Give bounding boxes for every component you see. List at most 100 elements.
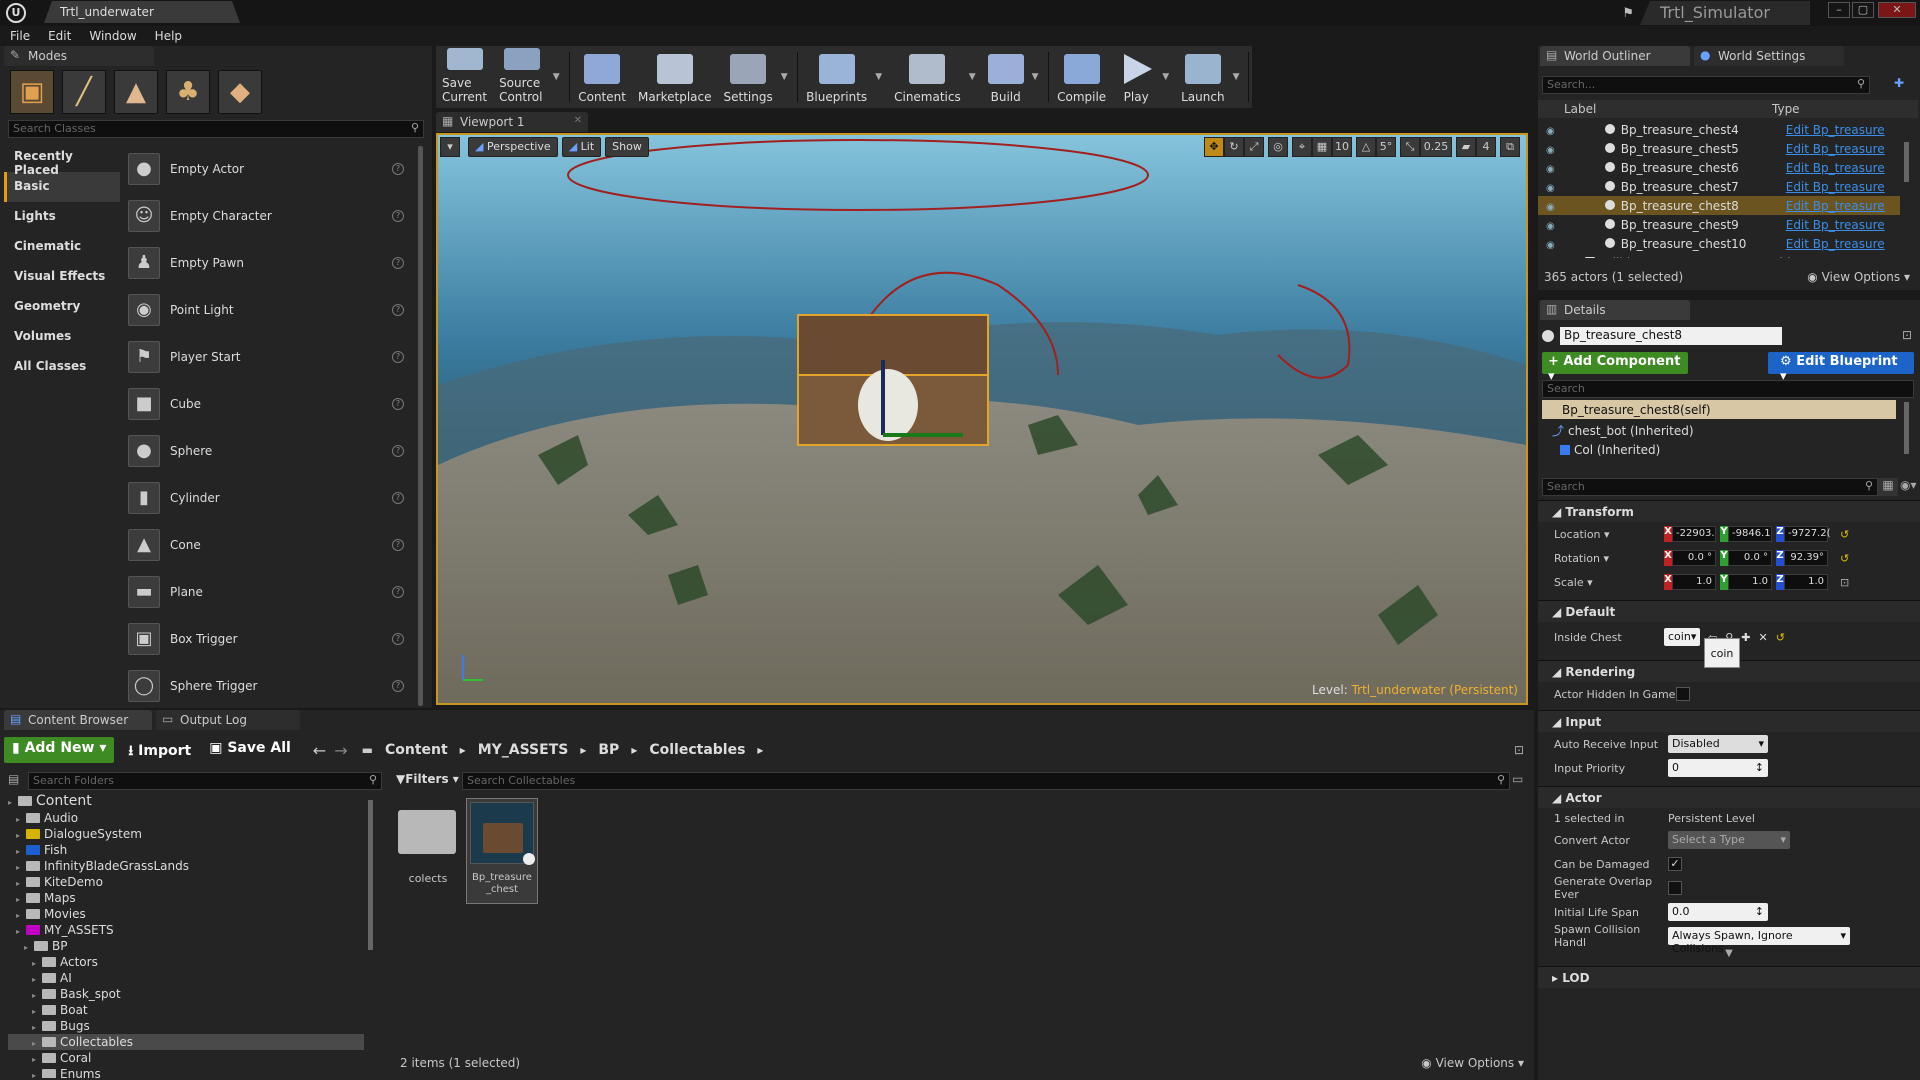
edit-blueprint-link[interactable]: Edit Bp_treasure [1786,218,1885,232]
asset-blueprint-tile[interactable]: Bp_treasure_chest [466,798,538,904]
visibility-eye-icon[interactable]: ◉ [1538,161,1555,175]
reset-icon[interactable]: ↺ [1832,552,1849,565]
outliner-row[interactable]: ◉ Bp_treasure_chest4 Edit Bp_treasure [1538,120,1900,139]
import-button[interactable]: ⭳ Import [120,737,199,763]
breadcrumb-arrow-icon[interactable]: ▸ [619,743,649,757]
help-icon[interactable]: ? [392,679,404,692]
grid-snap-icon[interactable]: ▦ [1312,137,1332,157]
blueprints-dropdown-icon[interactable]: ▼ [875,72,882,82]
edit-blueprint-link[interactable]: Edit Bp_treasure [1786,142,1885,156]
expand-arrow-icon[interactable]: ▸ [32,987,42,1001]
outliner-row[interactable]: ◉ Bp_treasure_chest10 Edit Bp_treasure [1538,234,1900,253]
expand-arrow-icon[interactable]: ▸ [32,1035,42,1049]
folder-audio[interactable]: ▸ Audio [8,810,364,826]
outliner-row[interactable]: ◉ Bp_treasure_chest8 Edit Bp_treasure [1538,196,1900,215]
actor-item-cube[interactable]: ■ Cube? [122,380,416,427]
expand-arrow-icon[interactable]: ▸ [32,1051,42,1065]
expand-arrow-icon[interactable]: ▸ [16,859,26,873]
scale-snap-value[interactable]: 0.25 [1420,137,1452,157]
asset-search-input[interactable]: Search Collectables ⚲ [462,772,1510,790]
category-all-classes[interactable]: All Classes [4,352,120,382]
visibility-eye-icon[interactable]: ◉ [1538,142,1555,156]
paint-mode-icon[interactable]: ╱ [62,70,106,114]
category-lights[interactable]: Lights [4,202,120,232]
geometry-mode-icon[interactable]: ◆ [218,70,262,114]
perspective-button[interactable]: ◢ Perspective [468,137,558,157]
world-settings-tab[interactable]: ● World Settings [1694,46,1844,66]
viewport-tab-close-icon[interactable]: ✕ [574,115,582,126]
edit-blueprint-link[interactable]: Edit Bp_treasure [1786,123,1885,137]
actor-name-field[interactable]: Bp_treasure_chest8 [1560,327,1782,345]
edit-blueprint-button[interactable]: ⚙ Edit Blueprint ▾ [1768,352,1914,384]
launch-dropdown-icon[interactable]: ▼ [1233,72,1240,82]
surface-snap-icon[interactable]: ⌖ [1292,137,1312,157]
label-column-header[interactable]: Label [1564,102,1744,116]
convert-actor-dropdown[interactable]: Select a Type ▾ [1668,831,1790,849]
source-control-button[interactable]: Source Control [499,48,545,106]
details-view-options-icon[interactable]: ◉▾ [1900,478,1917,492]
lit-button[interactable]: ◢ Lit [561,137,602,157]
rotate-gizmo-icon[interactable]: ↻ [1224,137,1244,157]
actor-item-plane[interactable]: ▬ Plane? [122,568,416,615]
actor-item-cylinder[interactable]: ▮ Cylinder? [122,474,416,521]
actor-hidden-checkbox[interactable] [1676,687,1690,701]
asset-folder-tile[interactable]: colects [398,802,458,886]
reset-icon[interactable]: ↺ [1776,631,1785,644]
expand-arrow-icon[interactable]: ▸ [32,1003,42,1017]
settings-dropdown-icon[interactable]: ▼ [781,72,788,82]
folder-tree-scrollbar[interactable] [368,800,373,950]
actor-item-box-trigger[interactable]: ▣ Box Trigger? [122,615,416,662]
foliage-mode-icon[interactable]: ♣ [166,70,210,114]
folder-collectables[interactable]: ▸ Collectables [8,1034,364,1050]
breadcrumb-content[interactable]: Content [385,742,448,758]
expand-arrow-icon[interactable]: ▸ [16,811,26,825]
type-column-header[interactable]: Type [1772,102,1800,116]
expand-arrow-icon[interactable]: ▸ [32,955,42,969]
expand-arrow-icon[interactable]: ▸ [16,827,26,841]
edit-blueprint-link[interactable]: Edit Bp_treasure [1786,180,1885,194]
folder-movies[interactable]: ▸ Movies [8,906,364,922]
spawn-collision-dropdown[interactable]: Always Spawn, Ignore Collisions ▾ [1668,927,1850,955]
folder-kitedemo[interactable]: ▸ KiteDemo [8,874,364,890]
category-volumes[interactable]: Volumes [4,322,120,352]
rotation-z-field[interactable]: 92.39° [1784,550,1828,566]
build-dropdown-icon[interactable]: ▼ [1032,72,1039,82]
launch-button[interactable]: Launch [1181,48,1225,106]
breadcrumb-arrow-icon[interactable]: ▸ [745,743,775,757]
visibility-eye-icon[interactable]: ◉ [1538,218,1555,232]
help-icon[interactable]: ? [392,491,404,504]
location-x-field[interactable]: -22903. [1672,526,1716,542]
breadcrumb-arrow-icon[interactable]: ▸ [448,743,478,757]
unreal-logo-icon[interactable]: U [6,3,26,23]
outliner-search-input[interactable]: Search... ⚲ [1542,76,1870,94]
minimize-button[interactable]: – [1828,2,1850,18]
viewport-tab[interactable]: ▦ Viewport 1 ✕ [436,112,588,132]
translate-gizmo-icon[interactable]: ✥ [1204,137,1224,157]
location-y-field[interactable]: -9846.1 [1728,526,1772,542]
expand-arrow-icon[interactable]: ▸ [24,939,34,953]
actor-item-empty-pawn[interactable]: ♟ Empty Pawn? [122,239,416,286]
scale-snap-icon[interactable]: ⤡ [1400,137,1420,157]
actor-item-empty-character[interactable]: ☺ Empty Character? [122,192,416,239]
maximize-viewport-icon[interactable]: ⧉ [1500,137,1520,157]
forward-arrow-icon[interactable]: → [334,741,347,760]
actor-item-empty-actor[interactable]: ● Empty Actor? [122,145,416,192]
outliner-row[interactable]: ◉ Bp_treasure_chest9 Edit Bp_treasure [1538,215,1900,234]
scale-z-field[interactable]: 1.0 [1784,574,1828,590]
help-icon[interactable]: ? [392,256,404,269]
add-new-button[interactable]: ▮ Add New ▾ [4,737,115,763]
modes-tab[interactable]: ✎ Modes [4,46,154,66]
asset-settings-icon[interactable]: ▭ [1512,772,1523,786]
expand-arrow-icon[interactable]: ▸ [16,891,26,905]
lod-section[interactable]: ▸ LOD [1538,966,1920,988]
add-icon[interactable]: ✚ [1741,631,1750,644]
scale-gizmo-icon[interactable]: ⤢ [1244,137,1264,157]
content-button[interactable]: Content [578,48,626,106]
expand-arrow-icon[interactable]: ▸ [32,1067,42,1078]
outliner-row[interactable]: ◉ EdiblesFolder [1538,253,1900,258]
search-classes-input[interactable]: Search Classes ⚲ [8,120,424,138]
rotation-label[interactable]: Rotation ▾ [1538,552,1664,565]
marketplace-button[interactable]: Marketplace [638,48,712,106]
location-z-field[interactable]: -9727.2( [1784,526,1831,542]
outliner-row[interactable]: ◉ Bp_treasure_chest7 Edit Bp_treasure [1538,177,1900,196]
